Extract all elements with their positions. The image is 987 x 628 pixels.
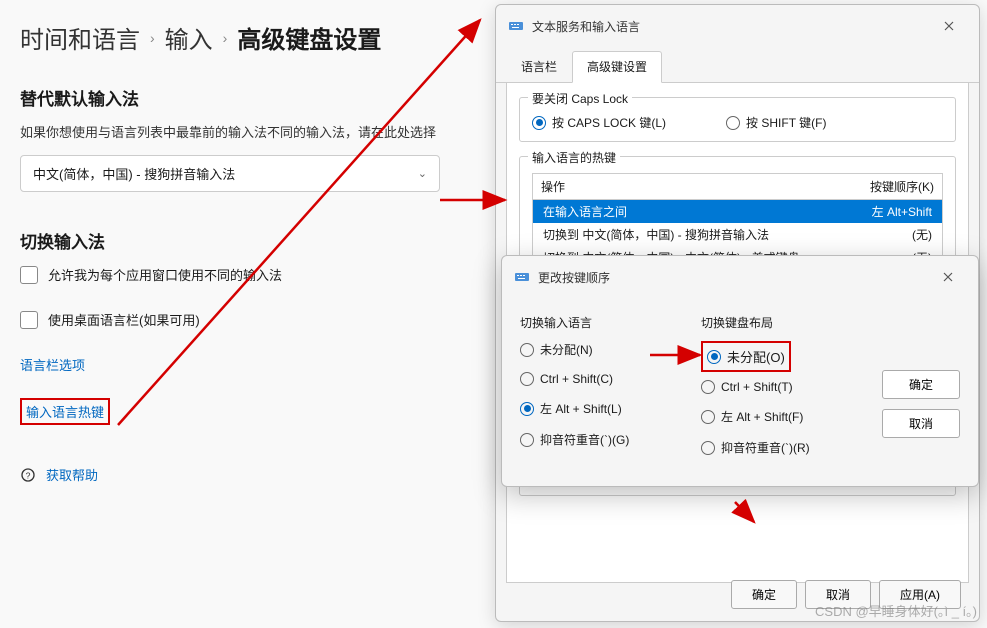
chevron-right-icon: › [150, 30, 155, 46]
col-keys: 按键顺序(K) [870, 178, 934, 195]
close-button[interactable] [931, 13, 967, 39]
get-help-link[interactable]: ? 获取帮助 [20, 465, 470, 484]
switch-input-lang-group: 切换输入语言 未分配(N) Ctrl + Shift(C) 左 Alt + Sh… [520, 314, 687, 470]
radio-label: 按 CAPS LOCK 键(L) [552, 114, 666, 131]
group-label: 输入语言的热键 [528, 149, 620, 166]
langbar-options-link[interactable]: 语言栏选项 [20, 355, 470, 374]
radio-grave-r[interactable]: 抑音符重音(`)(R) [701, 439, 868, 456]
dialog-title: 文本服务和输入语言 [532, 18, 923, 35]
breadcrumb-l1[interactable]: 时间和语言 [20, 20, 140, 55]
dropdown-value: 中文(简体，中国) - 搜狗拼音输入法 [33, 164, 235, 183]
default-ime-dropdown[interactable]: 中文(简体，中国) - 搜狗拼音输入法 ⌄ [20, 155, 440, 192]
override-title: 替代默认输入法 [20, 85, 470, 110]
switch-keyboard-layout-group: 切换键盘布局 未分配(O) Ctrl + Shift(T) 左 Alt + Sh… [701, 314, 868, 470]
radio-icon [520, 433, 534, 447]
radio-alt-f[interactable]: 左 Alt + Shift(F) [701, 408, 868, 425]
col-title: 切换键盘布局 [701, 314, 868, 331]
row-keys: 左 Alt+Shift [872, 203, 932, 220]
radio-none-o-highlight: 未分配(O) [701, 341, 791, 372]
radio-icon [701, 410, 715, 424]
radio-label: 抑音符重音(`)(G) [540, 431, 629, 448]
radio-label: 未分配(O) [727, 347, 785, 366]
dialog-title: 更改按键顺序 [538, 269, 922, 286]
dialog-body: 切换输入语言 未分配(N) Ctrl + Shift(C) 左 Alt + Sh… [502, 298, 978, 486]
checkbox-label: 允许我为每个应用窗口使用不同的输入法 [48, 265, 282, 284]
dialog-titlebar[interactable]: 文本服务和输入语言 [496, 5, 979, 47]
checkbox-icon [20, 266, 38, 284]
tab-langbar[interactable]: 语言栏 [506, 51, 572, 82]
radio-alt-l[interactable]: 左 Alt + Shift(L) [520, 400, 687, 417]
keyboard-icon [508, 18, 524, 34]
radio-icon [520, 402, 534, 416]
capslock-group: 要关闭 Caps Lock 按 CAPS LOCK 键(L) 按 SHIFT 键… [519, 97, 956, 142]
chevron-down-icon: ⌄ [418, 167, 427, 180]
page-title: 高级键盘设置 [237, 20, 381, 55]
override-desc: 如果你想使用与语言列表中最靠前的输入法不同的输入法，请在此处选择 [20, 122, 470, 141]
tab-advanced-keys[interactable]: 高级键设置 [572, 51, 662, 83]
radio-label: Ctrl + Shift(C) [540, 372, 613, 386]
hotkey-row[interactable]: 切换到 中文(简体，中国) - 搜狗拼音输入法 (无) [533, 223, 942, 246]
row-action: 切换到 中文(简体，中国) - 搜狗拼音输入法 [543, 226, 769, 243]
radio-icon [701, 380, 715, 394]
radio-label: 左 Alt + Shift(F) [721, 408, 803, 425]
watermark: CSDN @早睡身体好(｡ì _ í｡) [815, 601, 977, 620]
list-header: 操作 按键顺序(K) [533, 174, 942, 200]
radio-icon [532, 116, 546, 130]
close-icon [943, 272, 953, 282]
tab-strip: 语言栏 高级键设置 [496, 51, 979, 83]
input-hotkey-highlight: 输入语言热键 [20, 398, 110, 425]
radio-label: 左 Alt + Shift(L) [540, 400, 622, 417]
keyboard-icon [514, 269, 530, 285]
dialog-buttons: 确定 取消 [882, 370, 960, 470]
settings-panel: 时间和语言 › 输入 › 高级键盘设置 替代默认输入法 如果你想使用与语言列表中… [0, 0, 490, 504]
col-action: 操作 [541, 178, 565, 195]
ok-button[interactable]: 确定 [731, 580, 797, 609]
breadcrumb-l2[interactable]: 输入 [165, 20, 213, 55]
checkbox-label: 使用桌面语言栏(如果可用) [48, 310, 200, 329]
dialog-titlebar[interactable]: 更改按键顺序 [502, 256, 978, 298]
radio-label: 未分配(N) [540, 341, 593, 358]
shift-radio[interactable]: 按 SHIFT 键(F) [726, 114, 826, 131]
row-keys: (无) [912, 226, 932, 243]
radio-icon [520, 343, 534, 357]
svg-text:?: ? [26, 470, 31, 480]
radio-icon [726, 116, 740, 130]
change-key-sequence-dialog: 更改按键顺序 切换输入语言 未分配(N) Ctrl + Shift(C) 左 A… [501, 255, 979, 487]
col-title: 切换输入语言 [520, 314, 687, 331]
chevron-right-icon: › [223, 30, 228, 46]
radio-label: 按 SHIFT 键(F) [746, 114, 826, 131]
radio-ctrl-c[interactable]: Ctrl + Shift(C) [520, 372, 687, 386]
input-hotkey-link[interactable]: 输入语言热键 [26, 402, 104, 421]
capslock-radio[interactable]: 按 CAPS LOCK 键(L) [532, 114, 666, 131]
ok-button[interactable]: 确定 [882, 370, 960, 399]
radio-ctrl-t[interactable]: Ctrl + Shift(T) [701, 380, 868, 394]
breadcrumb: 时间和语言 › 输入 › 高级键盘设置 [20, 20, 470, 55]
help-icon: ? [20, 467, 36, 483]
group-label: 要关闭 Caps Lock [528, 90, 632, 107]
desktop-langbar-checkbox[interactable]: 使用桌面语言栏(如果可用) [20, 310, 470, 329]
radio-label: Ctrl + Shift(T) [721, 380, 793, 394]
hotkey-row-between[interactable]: 在输入语言之间 左 Alt+Shift [533, 200, 942, 223]
radio-none-n[interactable]: 未分配(N) [520, 341, 687, 358]
help-label: 获取帮助 [46, 465, 98, 484]
close-icon [944, 21, 954, 31]
radio-icon [701, 441, 715, 455]
radio-icon [707, 350, 721, 364]
per-app-ime-checkbox[interactable]: 允许我为每个应用窗口使用不同的输入法 [20, 265, 470, 284]
checkbox-icon [20, 311, 38, 329]
radio-grave-g[interactable]: 抑音符重音(`)(G) [520, 431, 687, 448]
cancel-button[interactable]: 取消 [882, 409, 960, 438]
radio-label: 抑音符重音(`)(R) [721, 439, 810, 456]
switching-title: 切换输入法 [20, 228, 470, 253]
radio-icon [520, 372, 534, 386]
row-action: 在输入语言之间 [543, 203, 627, 220]
close-button[interactable] [930, 264, 966, 290]
